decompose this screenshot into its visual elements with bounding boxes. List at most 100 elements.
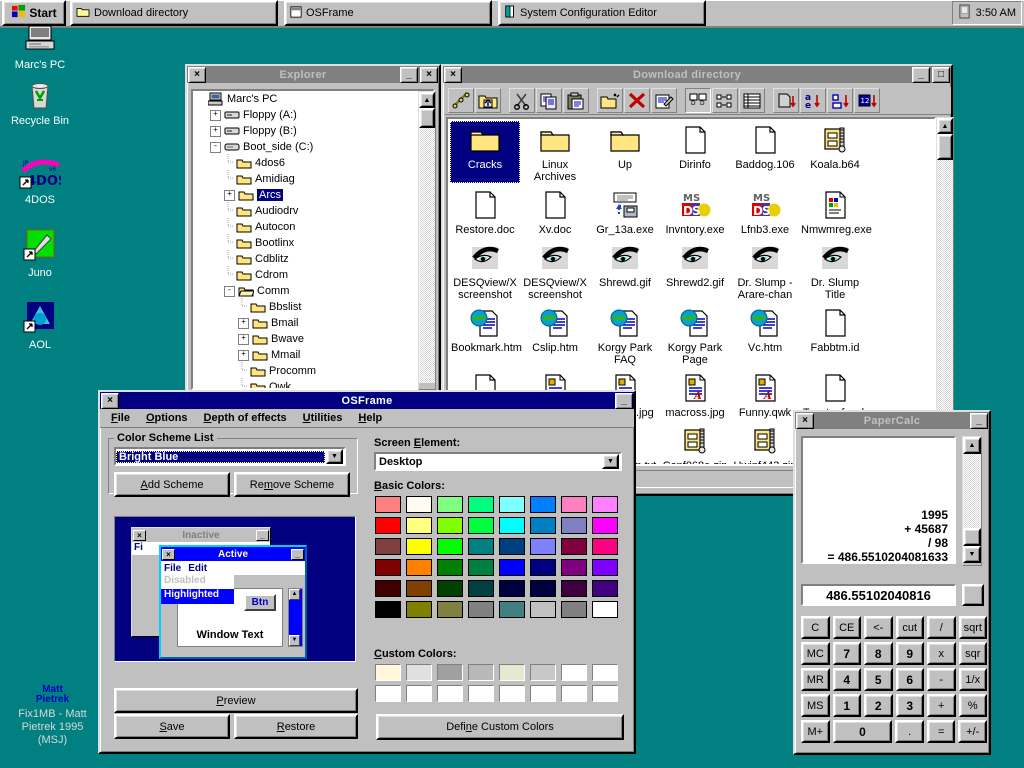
file-item[interactable]: Dr. Slump Title (800, 239, 870, 301)
custom-color-swatch[interactable] (530, 685, 556, 702)
tree-item-amidiag[interactable]: Amidiag (193, 171, 433, 187)
file-item[interactable]: Shrewd2.gif (660, 239, 730, 301)
basic-color-swatch[interactable] (437, 601, 463, 618)
tree-item-marc-s-pc[interactable]: Marc's PC (193, 91, 433, 107)
custom-color-swatch[interactable] (499, 685, 525, 702)
basic-color-swatch[interactable] (561, 496, 587, 513)
osframe-titlebar[interactable]: × OSFrame _ (100, 392, 634, 409)
tree-item-comm[interactable]: -Comm (193, 283, 433, 299)
download-directory-titlebar[interactable]: × Download directory _ □ (443, 66, 951, 83)
basic-color-swatch[interactable] (530, 580, 556, 597)
task-button-system-configuration-editor[interactable]: System Configuration Editor (498, 0, 706, 26)
basic-color-swatch[interactable] (375, 496, 401, 513)
sort-by-date-icon[interactable]: 12 (854, 88, 880, 113)
tape-scrollbar[interactable]: ▲ ▼ (962, 436, 982, 566)
pc-card-icon[interactable] (958, 4, 971, 22)
calc-key-plusdivideminus[interactable]: +/- (958, 720, 987, 743)
file-item[interactable]: Xv.doc (520, 186, 590, 236)
calc-key-MC[interactable]: MC (801, 642, 830, 665)
calc-key-MR[interactable]: MR (801, 668, 830, 691)
basic-color-swatch[interactable] (375, 601, 401, 618)
calc-key-sqrt[interactable]: sqrt (959, 616, 988, 639)
file-item[interactable]: Vc.htm (730, 304, 800, 366)
custom-colors-grid[interactable] (375, 664, 618, 706)
sort-by-type-icon[interactable] (773, 88, 799, 113)
tree-item-qwk[interactable]: Qwk (193, 379, 433, 390)
basic-color-swatch[interactable] (561, 601, 587, 618)
custom-color-swatch[interactable] (375, 685, 401, 702)
cut-icon[interactable] (509, 88, 535, 113)
properties-icon[interactable] (651, 88, 677, 113)
tree-item-mmail[interactable]: +Mmail (193, 347, 433, 363)
basic-color-swatch[interactable] (375, 538, 401, 555)
menu-help[interactable]: Help (350, 411, 390, 425)
calc-key-dot[interactable]: . (895, 720, 924, 743)
scroll-thumb[interactable] (419, 108, 435, 128)
close-icon[interactable]: × (444, 67, 462, 83)
desktop-icon-aol[interactable]: AOL (2, 300, 78, 351)
custom-color-swatch[interactable] (468, 664, 494, 681)
desktop-icon-4dos[interactable]: JP v6 4DOS 4DOS (2, 155, 78, 206)
menu-options[interactable]: Options (138, 411, 196, 425)
file-item[interactable]: MSDSLfnb3.exe (730, 186, 800, 236)
tree-item-floppy-a[interactable]: +Floppy (A:) (193, 107, 433, 123)
calc-key-CE[interactable]: CE (833, 616, 862, 639)
menu-file[interactable]: File (103, 411, 138, 425)
basic-color-swatch[interactable] (499, 496, 525, 513)
task-button-osframe[interactable]: OSFrame (284, 0, 492, 26)
scroll-down-icon[interactable]: ▼ (963, 546, 981, 563)
scroll-up-icon[interactable]: ▲ (937, 118, 953, 134)
menu-utilities[interactable]: Utilities (295, 411, 351, 425)
minimize-icon[interactable]: _ (615, 393, 633, 409)
calc-key-x[interactable]: x (927, 642, 956, 665)
custom-color-swatch[interactable] (437, 685, 463, 702)
basic-color-swatch[interactable] (406, 601, 432, 618)
close-icon[interactable]: × (101, 393, 119, 409)
basic-color-swatch[interactable] (592, 601, 618, 618)
file-item[interactable]: Linux Archives (520, 121, 590, 183)
basic-color-swatch[interactable] (468, 517, 494, 534)
calc-key-MS[interactable]: MS (801, 694, 830, 717)
tree-item-procomm[interactable]: Procomm (193, 363, 433, 379)
custom-color-swatch[interactable] (406, 685, 432, 702)
basic-color-swatch[interactable] (437, 538, 463, 555)
basic-color-swatch[interactable] (468, 538, 494, 555)
explorer-tree[interactable]: Marc's PC+Floppy (A:)+Floppy (B:)-Boot_s… (191, 89, 435, 390)
minimize-icon[interactable]: _ (970, 413, 988, 429)
desktop-icon-marcs-pc[interactable]: Marc's PC (2, 24, 78, 71)
basic-color-swatch[interactable] (530, 496, 556, 513)
tree-item-bmail[interactable]: +Bmail (193, 315, 433, 331)
custom-color-swatch[interactable] (468, 685, 494, 702)
chevron-down-icon[interactable]: ▼ (602, 454, 619, 469)
tree-expander-icon[interactable]: - (210, 142, 221, 153)
preview-button-main[interactable]: Preview (114, 688, 358, 713)
paste-icon[interactable] (563, 88, 589, 113)
scroll-track[interactable] (419, 128, 435, 383)
tree-expander-icon[interactable]: + (238, 334, 249, 345)
basic-color-swatch[interactable] (561, 559, 587, 576)
custom-color-swatch[interactable] (592, 685, 618, 702)
file-item[interactable]: Koala.b64 (800, 121, 870, 183)
close-icon[interactable]: × (188, 67, 206, 83)
basic-colors-grid[interactable] (375, 496, 618, 622)
file-item[interactable]: Dr. Slump - Arare-chan (730, 239, 800, 301)
tree-expander-icon[interactable]: - (224, 286, 235, 297)
explorer-scrollbar[interactable]: ▲ (418, 91, 436, 390)
add-scheme-button[interactable]: Add Scheme (114, 472, 230, 497)
basic-color-swatch[interactable] (530, 538, 556, 555)
basic-color-swatch[interactable] (437, 559, 463, 576)
basic-color-swatch[interactable] (530, 601, 556, 618)
scheme-preview[interactable]: × Inactive _ Fi × Active _ File Edit (114, 516, 356, 662)
tree-item-bbslist[interactable]: Bbslist (193, 299, 433, 315)
basic-color-swatch[interactable] (437, 517, 463, 534)
calc-key-equals[interactable]: = (927, 720, 956, 743)
calc-key-ltminus[interactable]: <- (864, 616, 893, 639)
basic-color-swatch[interactable] (406, 559, 432, 576)
calc-key-divide[interactable]: / (927, 616, 956, 639)
scheme-combobox[interactable]: Bright Blue ▼ (114, 447, 346, 466)
save-button[interactable]: Save (114, 714, 230, 739)
chevron-down-icon[interactable]: ▼ (326, 449, 343, 464)
calc-key-2[interactable]: 2 (864, 694, 893, 717)
large-icons-view-icon[interactable]: DD (685, 88, 711, 113)
file-item[interactable]: Gr_13a.exe (590, 186, 660, 236)
